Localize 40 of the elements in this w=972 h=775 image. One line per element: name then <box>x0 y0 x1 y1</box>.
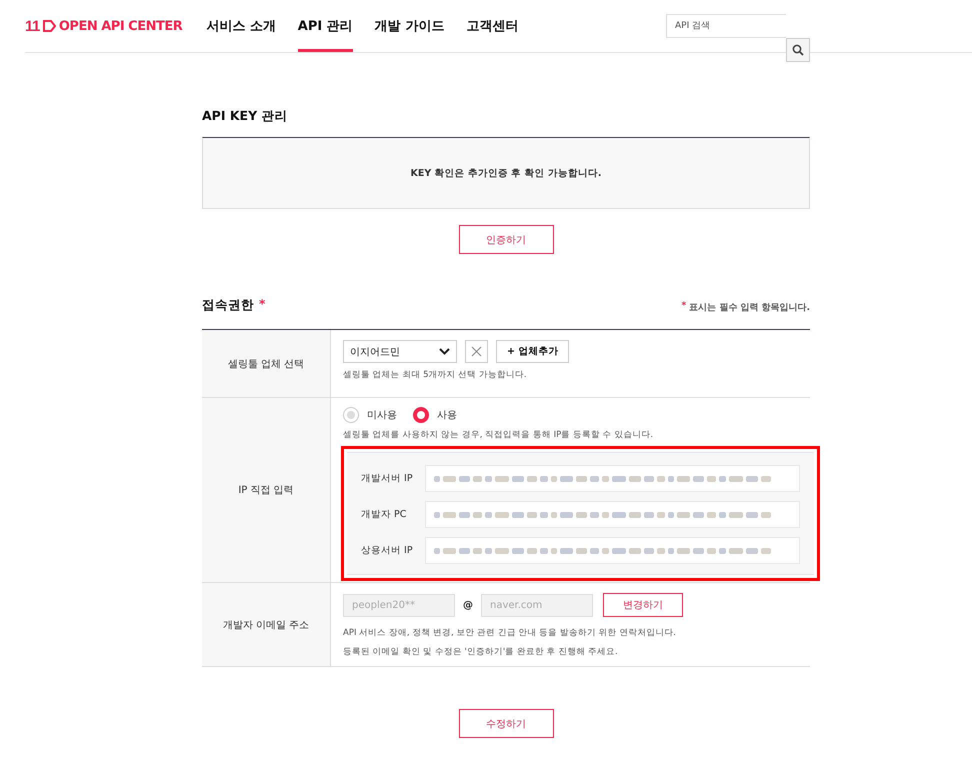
notice-text: KEY 확인은 추가인증 후 확인 가능합니다. <box>410 166 602 180</box>
chevron-down-icon <box>439 348 450 355</box>
nav-tab[interactable]: 개발 가이드 <box>374 0 444 52</box>
hint-text: 셀링툴 업체를 사용하지 않는 경우, 직접입력을 통해 IP를 등록할 수 있습니다. <box>343 429 654 441</box>
submit-button[interactable]: 수정하기 <box>458 709 554 738</box>
at-sign: @ <box>463 600 473 610</box>
hint-text: 등록된 이메일 확인 및 수정은 '인증하기'를 완료한 후 진행해 주세요. <box>343 646 619 658</box>
remove-button[interactable] <box>465 340 488 363</box>
close-icon <box>471 346 482 357</box>
radio-option[interactable]: 미사용 <box>343 407 397 423</box>
verify-button[interactable]: 인증하기 <box>458 225 554 254</box>
field-label: 개발서버 IP <box>361 472 414 485</box>
change-button[interactable]: 변경하기 <box>603 593 683 617</box>
logo-text: OPEN API CENTER <box>58 18 182 34</box>
ip-field[interactable] <box>425 465 800 492</box>
logo-mark: 11 <box>25 18 40 34</box>
field-label: 상용서버 IP <box>361 544 414 557</box>
search-icon <box>792 44 804 56</box>
required-note: 표시는 필수 입력 항목입니다. <box>689 302 810 314</box>
row-label: 셀링툴 업체 선택 <box>202 330 331 397</box>
section-title: API KEY 관리 <box>202 108 288 125</box>
search-field[interactable]: API 검색 <box>666 14 786 38</box>
hint-text: 셀링툴 업체는 최대 5개까지 선택 가능합니다. <box>343 369 528 381</box>
search-button[interactable] <box>786 38 810 62</box>
logo-bracket-icon <box>42 20 56 32</box>
field-label: 개발자 PC <box>361 508 408 521</box>
ip-field[interactable] <box>425 537 800 564</box>
required-mark: * <box>259 297 266 313</box>
hint-text: API 서비스 장애, 정책 변경, 보안 관련 긴급 안내 등을 발송하기 위한 연락처입니다. <box>343 627 677 639</box>
add-vendor-button[interactable]: + 업체추가 <box>496 340 570 363</box>
row-label: IP 직접 입력 <box>202 398 331 582</box>
row-label: 개발자 이메일 주소 <box>202 583 331 666</box>
required-mark: * <box>681 301 686 313</box>
nav-tab[interactable]: 서비스 소개 <box>206 0 276 52</box>
section-title: 접속권한 <box>202 297 254 314</box>
ip-field[interactable] <box>425 501 800 528</box>
nav-tab[interactable]: API 관리 <box>298 0 353 52</box>
vendor-select[interactable]: 이지어드민 <box>343 340 457 363</box>
radio-option[interactable]: 사용 <box>413 407 457 423</box>
nav-tab[interactable]: 고객센터 <box>466 0 518 52</box>
